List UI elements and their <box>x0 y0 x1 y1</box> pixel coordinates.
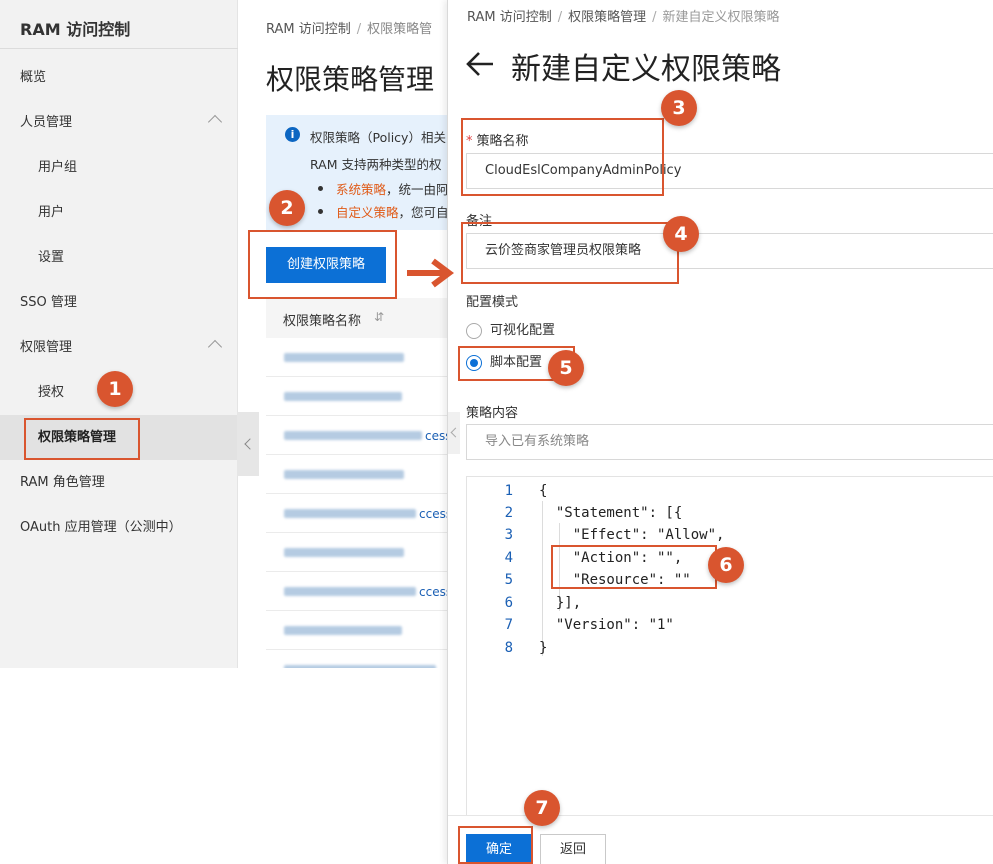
back-button[interactable]: 返回 <box>540 834 606 864</box>
page-title: 权限策略管理 <box>266 63 435 96</box>
system-policy-link[interactable]: 系统策略 <box>336 182 386 197</box>
radio-visual-config[interactable]: 可视化配置 <box>466 320 555 342</box>
table-row[interactable] <box>266 650 447 668</box>
note-input[interactable]: 云价签商家管理员权限策略 <box>466 233 993 269</box>
bullet-dot <box>318 186 323 191</box>
bullet-dot <box>318 209 323 214</box>
policy-name-tail: cess <box>425 429 447 443</box>
breadcrumb-current: 新建自定义权限策略 <box>662 10 780 25</box>
sidebar-item-overview[interactable]: 概览 <box>0 55 238 100</box>
table-row[interactable]: ccess <box>266 572 447 611</box>
mode-label: 配置模式 <box>466 295 519 310</box>
sort-icon[interactable]: ⇵ <box>374 310 384 324</box>
sidebar-item-users[interactable]: 用户 <box>0 190 238 235</box>
policy-name-tail: ccess <box>419 585 447 599</box>
step-badge-3: 3 <box>661 90 697 126</box>
step-badge-4: 4 <box>663 216 699 252</box>
step-badge-7: 7 <box>524 790 560 826</box>
table-row[interactable] <box>266 455 447 494</box>
policy-name-label: * 策略名称 <box>466 130 529 149</box>
field-label-text: 策略名称 <box>476 134 529 149</box>
table-row[interactable] <box>266 611 447 650</box>
info-text: ，统一由阿 <box>386 182 447 197</box>
sidebar-item-oauth[interactable]: OAuth 应用管理（公测中） <box>0 505 238 550</box>
step-badge-2: 2 <box>269 190 305 226</box>
info-text: RAM 支持两种类型的权 <box>310 157 442 172</box>
blurred-policy-name <box>284 470 404 479</box>
policy-name-tail: ccess <box>419 507 447 521</box>
step-badge-5: 5 <box>548 350 584 386</box>
blurred-policy-name <box>284 665 436 668</box>
table-row[interactable] <box>266 338 447 377</box>
breadcrumb: RAM 访问控制 / 权限策略管理 / 新建自定义权限策略 <box>467 10 780 25</box>
step-badge-1: 1 <box>97 371 133 407</box>
blurred-policy-name <box>284 548 404 557</box>
page-title: 新建自定义权限策略 <box>511 52 781 87</box>
sidebar-item-label: 权限管理 <box>20 340 73 355</box>
sidebar-item-ram-roles[interactable]: RAM 角色管理 <box>0 460 238 505</box>
table-header: 权限策略名称 ⇵ <box>266 298 447 338</box>
right-arrow-icon <box>407 258 454 288</box>
radio-label: 可视化配置 <box>490 323 556 338</box>
sidebar-title: RAM 访问控制 <box>20 20 131 39</box>
sidebar: RAM 访问控制 概览 人员管理 用户组 用户 设置 SSO 管理 权限管理 授… <box>0 0 238 668</box>
table-row[interactable] <box>266 533 447 572</box>
blurred-policy-name <box>284 509 416 518</box>
sidebar-item-permissions[interactable]: 权限管理 <box>0 325 238 370</box>
column-header-policy-name[interactable]: 权限策略名称 <box>283 310 361 329</box>
breadcrumb-item[interactable]: RAM 访问控制 <box>467 10 552 25</box>
note-label: 备注 <box>466 214 493 229</box>
radio-label: 脚本配置 <box>490 355 543 370</box>
info-text: ，您可自 <box>398 205 447 220</box>
custom-policy-link[interactable]: 自定义策略 <box>336 205 399 220</box>
policy-list-page: RAM 访问控制 / 权限策略管 权限策略管理 i 权限策略（Policy）相关 R… <box>239 0 447 668</box>
table-row[interactable]: cess <box>266 416 447 455</box>
import-policy-select[interactable]: 导入已有系统策略 <box>466 424 993 460</box>
sidebar-item-settings[interactable]: 设置 <box>0 235 238 280</box>
required-asterisk: * <box>466 134 473 149</box>
blurred-policy-name <box>284 431 422 440</box>
info-text: 权限策略（Policy）相关 <box>310 130 446 145</box>
blurred-policy-name <box>284 587 416 596</box>
confirm-button[interactable]: 确定 <box>466 834 532 864</box>
policy-name-input[interactable]: CloudEslCompanyAdminPolicy <box>466 153 993 189</box>
sidebar-item-sso[interactable]: SSO 管理 <box>0 280 238 325</box>
chevron-up-icon <box>207 339 223 355</box>
step-badge-6: 6 <box>708 547 744 583</box>
sidebar-item-identities[interactable]: 人员管理 <box>0 100 238 145</box>
sidebar-item-groups[interactable]: 用户组 <box>0 145 238 190</box>
breadcrumb-item[interactable]: 权限策略管 <box>367 22 432 37</box>
code-editor[interactable]: 1{ 2 "Statement": [{ 3 "Effect": "Allow"… <box>466 476 993 816</box>
blurred-policy-name <box>284 626 402 635</box>
chevron-up-icon <box>207 114 223 130</box>
info-bullet: 自定义策略，您可自 <box>336 202 447 221</box>
back-arrow-icon[interactable] <box>465 46 497 82</box>
breadcrumb: RAM 访问控制 / 权限策略管 <box>266 22 433 37</box>
radio-button[interactable] <box>466 323 482 339</box>
table-row[interactable] <box>266 377 447 416</box>
radio-script-config[interactable]: 脚本配置 <box>466 352 542 374</box>
blurred-policy-name <box>284 353 404 362</box>
content-label: 策略内容 <box>466 406 519 421</box>
sidebar-collapse-toggle[interactable] <box>237 412 259 476</box>
breadcrumb-item[interactable]: RAM 访问控制 <box>266 22 351 37</box>
radio-button-selected[interactable] <box>466 355 482 371</box>
breadcrumb-item[interactable]: 权限策略管理 <box>568 10 646 25</box>
sidebar-item-policies[interactable]: 权限策略管理 <box>0 415 238 460</box>
blurred-policy-name <box>284 392 402 401</box>
create-policy-button[interactable]: 创建权限策略 <box>266 247 386 283</box>
sidebar-item-label: 人员管理 <box>20 115 73 130</box>
create-policy-panel: RAM 访问控制 / 权限策略管理 / 新建自定义权限策略 新建自定义权限策略 * 策略名… <box>447 0 993 864</box>
panel-collapse-toggle[interactable] <box>448 412 460 454</box>
info-bullet: 系统策略，统一由阿 <box>336 179 447 198</box>
sidebar-divider <box>0 48 238 49</box>
table-row[interactable]: ccess <box>266 494 447 533</box>
info-icon: i <box>285 127 300 142</box>
